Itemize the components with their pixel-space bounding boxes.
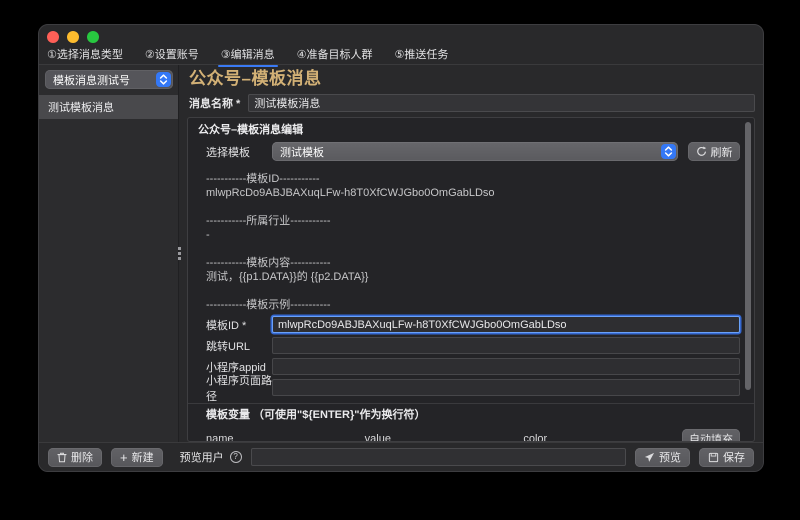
step-tabbar: ①选择消息类型 ②设置账号 ③编辑消息 ④准备目标人群 ⑤推送任务 <box>39 43 763 65</box>
window-titlebar <box>39 25 763 43</box>
variables-header-row: name value color 自动填充 <box>206 429 740 442</box>
column-name-label: name <box>206 433 353 443</box>
delete-button[interactable]: 删除 <box>48 448 102 467</box>
column-color-label: color <box>523 433 670 443</box>
sidebar: 模板消息测试号 测试模板消息 <box>39 65 179 442</box>
bottom-action-bar: 删除 + 新建 预览用户 ? 预览 <box>39 442 763 471</box>
trash-icon <box>57 452 67 463</box>
splitter-handle[interactable] <box>176 245 183 263</box>
paper-plane-icon <box>644 452 655 463</box>
miniprogram-appid-row: 小程序appid <box>206 358 740 375</box>
template-id-label: 模板ID * <box>206 317 272 333</box>
page-title: 公众号–模板消息 <box>189 69 755 89</box>
desktop-background: ①选择消息类型 ②设置账号 ③编辑消息 ④准备目标人群 ⑤推送任务 模板消息测试… <box>0 0 800 520</box>
main-content: 公众号–模板消息 消息名称 * 公众号–模板消息编辑 选择模板 测试模板 <box>179 65 763 442</box>
window-body: 模板消息测试号 测试模板消息 公众号–模板消息 <box>39 65 763 442</box>
message-name-label: 消息名称 * <box>189 95 240 111</box>
save-icon <box>708 452 719 463</box>
help-icon[interactable]: ? <box>230 451 242 463</box>
close-window-icon[interactable] <box>47 31 59 43</box>
tab-set-account[interactable]: ②设置账号 <box>144 44 200 67</box>
delete-button-label: 删除 <box>71 449 93 465</box>
miniprogram-path-label: 小程序页面路径 <box>206 372 272 404</box>
minimize-window-icon[interactable] <box>67 31 79 43</box>
preview-button-label: 预览 <box>659 449 681 465</box>
refresh-button-label: 刷新 <box>711 144 733 160</box>
preview-user-label: 预览用户 <box>180 449 224 465</box>
miniprogram-path-row: 小程序页面路径 <box>206 379 740 396</box>
template-select-label: 选择模板 <box>206 144 272 160</box>
message-name-row: 消息名称 * <box>189 93 755 112</box>
message-list-item[interactable]: 测试模板消息 <box>39 95 178 119</box>
maximize-window-icon[interactable] <box>87 31 99 43</box>
template-select-value: 测试模板 <box>280 144 324 160</box>
preview-user-input[interactable] <box>251 448 626 466</box>
template-select[interactable]: 测试模板 <box>272 142 678 161</box>
refresh-button[interactable]: 刷新 <box>688 142 740 161</box>
save-button-label: 保存 <box>723 449 745 465</box>
tab-push-task[interactable]: ⑤推送任务 <box>394 44 450 67</box>
refresh-icon <box>696 146 707 157</box>
template-variables-title: 模板变量 （可使用"${ENTER}"作为换行符） <box>206 409 740 422</box>
column-value-label: value <box>365 433 512 443</box>
miniprogram-appid-input[interactable] <box>272 358 740 375</box>
template-select-row: 选择模板 测试模板 <box>206 142 740 161</box>
template-editor-panel: 公众号–模板消息编辑 选择模板 测试模板 <box>187 117 755 442</box>
jump-url-input[interactable] <box>272 337 740 354</box>
tab-select-message-type[interactable]: ①选择消息类型 <box>46 44 124 67</box>
app-window: ①选择消息类型 ②设置账号 ③编辑消息 ④准备目标人群 ⑤推送任务 模板消息测试… <box>38 24 764 472</box>
traffic-lights <box>47 24 99 43</box>
preview-button[interactable]: 预览 <box>635 448 690 467</box>
tab-prepare-audience[interactable]: ④准备目标人群 <box>296 44 374 67</box>
template-info-text: -----------模板ID----------- mlwpRcDo9ABJB… <box>206 172 744 312</box>
new-button-label: 新建 <box>132 449 154 465</box>
new-button[interactable]: + 新建 <box>111 448 163 467</box>
miniprogram-path-input[interactable] <box>272 379 740 396</box>
autofill-button[interactable]: 自动填充 <box>682 429 740 442</box>
account-select-value: 模板消息测试号 <box>53 72 130 88</box>
template-id-input[interactable] <box>272 316 740 333</box>
account-select[interactable]: 模板消息测试号 <box>45 70 173 89</box>
tab-edit-message[interactable]: ③编辑消息 <box>220 44 276 67</box>
plus-icon: + <box>120 452 128 463</box>
panel-title: 公众号–模板消息编辑 <box>188 118 754 142</box>
template-id-row: 模板ID * <box>206 316 740 333</box>
jump-url-label: 跳转URL <box>206 338 272 354</box>
chevron-up-down-icon <box>661 144 676 159</box>
jump-url-row: 跳转URL <box>206 337 740 354</box>
chevron-up-down-icon <box>156 72 171 87</box>
panel-scrollbar[interactable] <box>745 122 751 390</box>
message-name-input[interactable] <box>248 94 755 112</box>
save-button[interactable]: 保存 <box>699 448 754 467</box>
message-list: 测试模板消息 <box>39 95 178 442</box>
template-variables-section: 模板变量 （可使用"${ENTER}"作为换行符） name value col… <box>188 403 754 442</box>
